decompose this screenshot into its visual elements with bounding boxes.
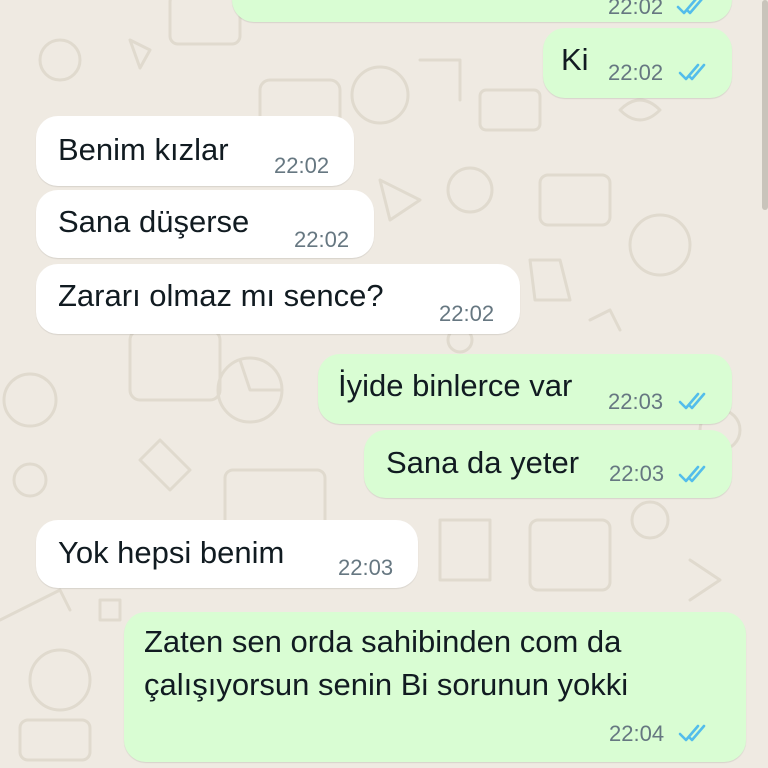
message-text: Sana da yeter	[386, 445, 580, 480]
message-timestamp: 22:03	[609, 461, 665, 486]
read-receipt-icon	[676, 0, 703, 15]
message-timestamp: 22:04	[609, 721, 665, 746]
message-bubble-outgoing[interactable]: Ki 22:02	[543, 28, 732, 98]
message-bubble-outgoing[interactable]: Zaten sen orda sahibinden com da çalışıy…	[124, 612, 746, 762]
message-timestamp: 22:02	[439, 301, 495, 326]
message-text: Yok hepsi benim	[58, 535, 285, 570]
message-bubble-incoming[interactable]: Zararı olmaz mı sence? 22:02	[36, 264, 520, 334]
message-text: Benim kızlar	[58, 132, 229, 167]
read-receipt-icon	[678, 724, 706, 742]
message-text-line-2: çalışıyorsun senin Bi sorunun yokki	[144, 667, 629, 702]
message-bubble-incoming[interactable]: Sana düşerse 22:02	[36, 190, 374, 258]
message-bubble-incoming[interactable]: Yok hepsi benim 22:03	[36, 520, 418, 588]
read-receipt-icon	[678, 63, 706, 81]
message-text: Sana düşerse	[58, 204, 250, 239]
message-bubble-outgoing[interactable]: Sana da yeter 22:03	[364, 430, 732, 498]
message-bubble-outgoing[interactable]: İyide binlerce var 22:03	[318, 354, 732, 424]
message-timestamp: 22:03	[338, 555, 394, 580]
message-timestamp: 22:02	[294, 227, 350, 252]
scrollbar[interactable]	[762, 0, 768, 210]
message-bubble-outgoing[interactable]: y 22:02	[232, 0, 732, 22]
read-receipt-icon	[678, 392, 706, 410]
message-timestamp: 22:03	[608, 389, 664, 414]
message-timestamp: 22:02	[274, 153, 330, 178]
read-receipt-icon	[678, 465, 706, 483]
message-text: Ki	[561, 42, 589, 77]
message-text: İyide binlerce var	[338, 368, 573, 403]
message-text-line-1: Zaten sen orda sahibinden com da	[144, 624, 622, 659]
message-text: Zararı olmaz mı sence?	[58, 278, 384, 313]
message-timestamp: 22:02	[608, 60, 664, 85]
message-timestamp: 22:02	[608, 0, 664, 19]
message-bubble-incoming[interactable]: Benim kızlar 22:02	[36, 116, 354, 186]
